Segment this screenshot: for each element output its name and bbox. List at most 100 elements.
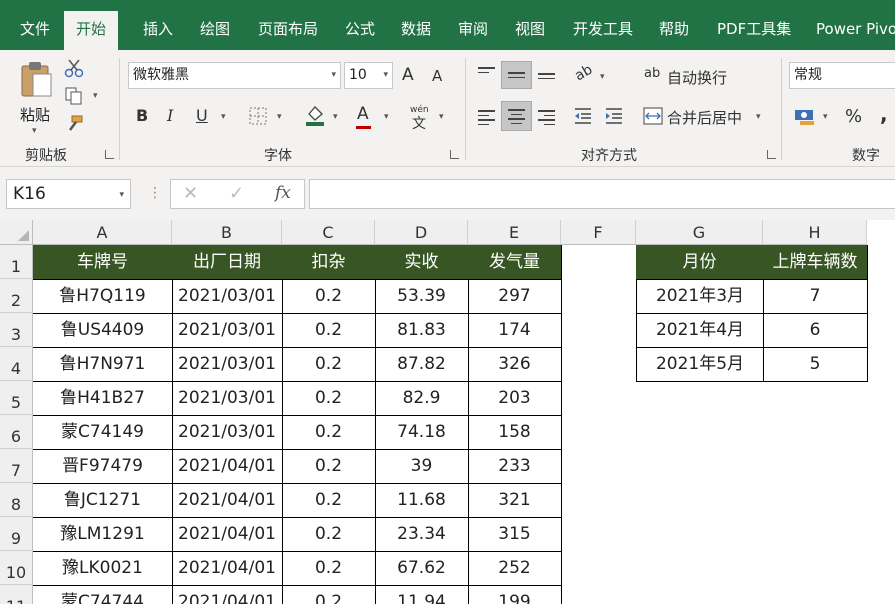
- cell[interactable]: 2021/03/01: [172, 415, 283, 450]
- cell[interactable]: 158: [468, 415, 562, 450]
- cell[interactable]: 23.34: [375, 517, 469, 552]
- font-color-dropdown-icon[interactable]: ▾: [384, 112, 389, 122]
- tab-6[interactable]: 数据: [401, 11, 431, 50]
- cell[interactable]: 11.94: [375, 585, 469, 604]
- tab-12[interactable]: Power Pivot: [816, 11, 895, 50]
- wrap-text-icon[interactable]: ab: [644, 66, 660, 81]
- tab-9[interactable]: 开发工具: [573, 11, 633, 50]
- column-header-d[interactable]: D: [375, 220, 468, 245]
- font-size-select[interactable]: 10 ▾: [344, 62, 393, 89]
- cell[interactable]: 蒙C74149: [33, 415, 173, 450]
- cell[interactable]: 39: [375, 449, 469, 484]
- cell[interactable]: 0.2: [282, 415, 376, 450]
- column-header-b[interactable]: B: [172, 220, 282, 245]
- cell[interactable]: 2021年3月: [636, 279, 764, 314]
- enter-icon[interactable]: ✓: [229, 183, 244, 204]
- cell[interactable]: 11.68: [375, 483, 469, 518]
- cell[interactable]: 326: [468, 347, 562, 382]
- tab-3[interactable]: 绘图: [200, 11, 230, 50]
- cell[interactable]: 67.62: [375, 551, 469, 586]
- row-header-3[interactable]: 3: [0, 313, 33, 347]
- clipboard-launcher-icon[interactable]: [105, 150, 114, 159]
- accounting-dropdown-icon[interactable]: ▾: [823, 112, 828, 122]
- comma-style-button[interactable]: ,: [880, 102, 888, 126]
- cell[interactable]: 车牌号: [33, 245, 173, 280]
- font-color-button[interactable]: A: [357, 104, 369, 124]
- wrap-text-button[interactable]: 自动换行: [667, 67, 727, 88]
- cell[interactable]: 0.2: [282, 517, 376, 552]
- alignment-launcher-icon[interactable]: [767, 150, 776, 159]
- cell[interactable]: 0.2: [282, 551, 376, 586]
- column-header-c[interactable]: C: [282, 220, 375, 245]
- cell[interactable]: 0.2: [282, 449, 376, 484]
- cut-icon[interactable]: [64, 58, 84, 78]
- row-header-4[interactable]: 4: [0, 347, 33, 381]
- row-header-1[interactable]: 1: [0, 245, 33, 279]
- cell[interactable]: 2021/04/01: [172, 517, 283, 552]
- decrease-font-size-button[interactable]: A: [432, 67, 442, 85]
- tab-10[interactable]: 帮助: [659, 11, 689, 50]
- number-format-select[interactable]: 常规: [789, 62, 895, 89]
- align-top-icon[interactable]: [478, 64, 495, 76]
- tab-11[interactable]: PDF工具集: [717, 11, 791, 50]
- align-left-icon[interactable]: [478, 107, 495, 128]
- cell[interactable]: 2021/03/01: [172, 313, 283, 348]
- cell[interactable]: 鲁H7N971: [33, 347, 173, 382]
- cell[interactable]: 297: [468, 279, 562, 314]
- cancel-icon[interactable]: ✕: [183, 183, 198, 204]
- increase-font-size-button[interactable]: A: [402, 65, 414, 85]
- cell[interactable]: 252: [468, 551, 562, 586]
- tab-4[interactable]: 页面布局: [258, 11, 318, 50]
- align-bottom-icon[interactable]: [538, 70, 555, 82]
- cell[interactable]: 鲁US4409: [33, 313, 173, 348]
- bold-button[interactable]: B: [136, 106, 148, 125]
- align-right-icon[interactable]: [538, 107, 555, 128]
- cell[interactable]: 实收: [375, 245, 469, 280]
- cell[interactable]: 315: [468, 517, 562, 552]
- merge-dropdown-icon[interactable]: ▾: [756, 112, 761, 122]
- tab-0[interactable]: 文件: [20, 11, 50, 50]
- insert-function-icon[interactable]: fx: [275, 183, 291, 203]
- paste-button[interactable]: 粘贴 ▾: [14, 58, 58, 138]
- decrease-indent-icon[interactable]: [573, 107, 593, 125]
- fill-color-dropdown-icon[interactable]: ▾: [333, 112, 338, 122]
- name-box[interactable]: K16 ▾: [6, 179, 131, 209]
- align-middle-button[interactable]: [501, 61, 532, 89]
- cell[interactable]: 0.2: [282, 279, 376, 314]
- tab-7[interactable]: 审阅: [458, 11, 488, 50]
- merge-center-button[interactable]: 合并后居中: [667, 107, 742, 128]
- cell[interactable]: 出厂日期: [172, 245, 283, 280]
- cell[interactable]: 87.82: [375, 347, 469, 382]
- cell[interactable]: 0.2: [282, 347, 376, 382]
- align-center-button[interactable]: [501, 101, 532, 131]
- tab-8[interactable]: 视图: [515, 11, 545, 50]
- cell[interactable]: 174: [468, 313, 562, 348]
- cell[interactable]: 月份: [636, 245, 764, 280]
- tab-2[interactable]: 插入: [143, 11, 173, 50]
- cell[interactable]: 0.2: [282, 381, 376, 416]
- worksheet-grid[interactable]: ABCDEFGH1234567891011车牌号出厂日期扣杂实收发气量鲁H7Q1…: [0, 220, 895, 604]
- orientation-button[interactable]: ab: [572, 62, 595, 85]
- cell[interactable]: 2021/04/01: [172, 449, 283, 484]
- cell[interactable]: 2021/04/01: [172, 551, 283, 586]
- cell[interactable]: 鲁H7Q119: [33, 279, 173, 314]
- column-header-e[interactable]: E: [468, 220, 561, 245]
- row-header-9[interactable]: 9: [0, 517, 33, 551]
- borders-dropdown-icon[interactable]: ▾: [277, 112, 282, 122]
- column-header-h[interactable]: H: [763, 220, 867, 245]
- accounting-format-icon[interactable]: [794, 106, 816, 126]
- borders-icon[interactable]: [249, 107, 267, 125]
- cell[interactable]: 53.39: [375, 279, 469, 314]
- column-header-f[interactable]: F: [561, 220, 636, 245]
- cell[interactable]: 蒙C74744: [33, 585, 173, 604]
- increase-indent-icon[interactable]: [604, 107, 624, 125]
- cell[interactable]: 2021年4月: [636, 313, 764, 348]
- cell[interactable]: 2021/04/01: [172, 585, 283, 604]
- percent-style-button[interactable]: %: [845, 106, 862, 127]
- row-header-5[interactable]: 5: [0, 381, 33, 415]
- cell[interactable]: 233: [468, 449, 562, 484]
- select-all-corner[interactable]: [0, 220, 33, 245]
- cell[interactable]: 0.2: [282, 313, 376, 348]
- cell[interactable]: 5: [763, 347, 868, 382]
- row-header-7[interactable]: 7: [0, 449, 33, 483]
